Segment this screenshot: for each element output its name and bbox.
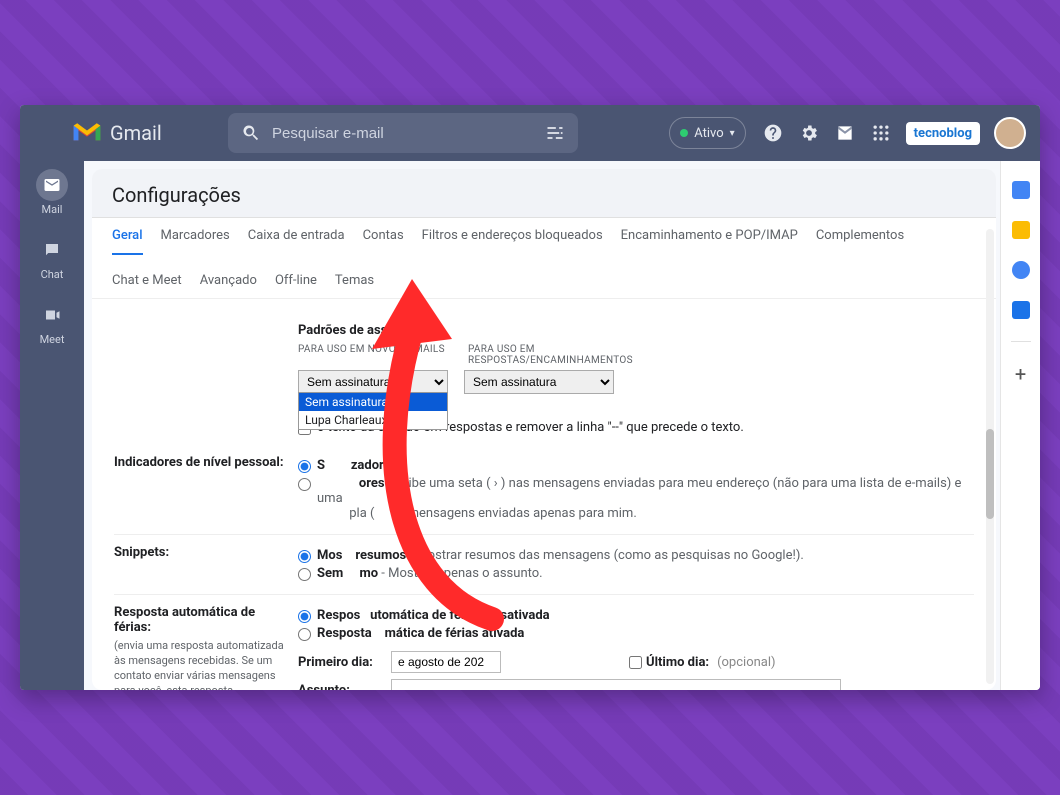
keep-icon[interactable] — [1012, 221, 1030, 239]
status-label: Ativo — [694, 126, 723, 141]
contacts-icon[interactable] — [1012, 301, 1030, 319]
tab-filtros-e-endere-os-bloqueados[interactable]: Filtros e endereços bloqueados — [422, 228, 603, 255]
rail-divider — [1011, 341, 1031, 342]
signature-section-title: Padrões de assinatura — [298, 323, 974, 338]
signature-reply-label: PARA USO EM RESPOSTAS/ENCAMINHAMENTOS — [468, 344, 618, 366]
tune-icon[interactable] — [544, 122, 566, 144]
gmail-logo-area[interactable]: Gmail — [72, 121, 212, 145]
nav-mail-label: Mail — [42, 203, 63, 216]
right-rail: + — [1000, 161, 1040, 690]
left-nav: Mail Chat Meet — [20, 161, 84, 690]
calendar-icon[interactable] — [1012, 181, 1030, 199]
settings-title: Configurações — [112, 183, 976, 207]
gear-icon[interactable] — [798, 122, 820, 144]
search-input[interactable] — [272, 125, 534, 142]
vacation-radio-off[interactable] — [298, 610, 311, 623]
main-area: Configurações Geral Marcadores Caixa de en… — [84, 161, 1000, 690]
product-name: Gmail — [110, 121, 162, 145]
top-icons: tecnoblog — [762, 117, 1026, 149]
addons-plus-icon[interactable]: + — [1015, 364, 1026, 384]
mail-indicator-icon[interactable] — [834, 122, 856, 144]
app-window: Gmail Ativo ▾ — [20, 105, 1040, 690]
tab-contas[interactable]: Contas — [363, 228, 404, 255]
signature-new-dropdown-open: Sem assinatura Lupa Charleaux — [298, 392, 448, 430]
settings-tabs: Geral Marcadores Caixa de entrada Contas Fil… — [92, 218, 996, 299]
vacation-label: Resposta automática de férias: — [114, 605, 255, 635]
avatar[interactable] — [994, 117, 1026, 149]
indicators-radio-off[interactable] — [298, 460, 311, 473]
settings-body: Padrões de assinatura PARA USO EM NOVOS … — [92, 299, 996, 690]
section-indicators: Indicadores de nível pessoal: S zadores — [114, 445, 974, 535]
settings-card: Configurações Geral Marcadores Caixa de en… — [92, 169, 996, 690]
nav-chat-label: Chat — [41, 268, 64, 281]
nav-meet-label: Meet — [40, 333, 65, 346]
indicators-radio-on[interactable] — [298, 478, 311, 491]
signature-new-select[interactable]: Sem assinatura — [298, 370, 448, 394]
help-icon[interactable] — [762, 122, 784, 144]
brand-chip[interactable]: tecnoblog — [906, 122, 980, 145]
signature-new-label: PARA USO EM NOVOS E-MAILS — [298, 344, 448, 366]
chevron-down-icon: ▾ — [730, 128, 735, 139]
menu-hamburger[interactable] — [34, 122, 56, 144]
first-day-label: Primeiro dia: — [298, 655, 383, 670]
dropdown-option-lupa-charleaux[interactable]: Lupa Charleaux — [299, 411, 447, 429]
subject-input[interactable] — [391, 679, 841, 690]
snippets-label: Snippets: — [114, 545, 284, 584]
vacation-radio-on[interactable] — [298, 628, 311, 641]
search-bar[interactable] — [228, 113, 578, 153]
topbar: Gmail Ativo ▾ — [20, 105, 1040, 161]
nav-meet[interactable]: Meet — [36, 299, 68, 346]
subject-label: Assunto: — [298, 683, 383, 691]
status-dot-icon — [680, 129, 688, 137]
signature-reply-select[interactable]: Sem assinatura — [464, 370, 614, 394]
tab-temas[interactable]: Temas — [335, 273, 374, 298]
gmail-logo-icon — [72, 122, 102, 144]
nav-mail[interactable]: Mail — [36, 169, 68, 216]
last-day-placeholder: (opcional) — [717, 655, 775, 670]
active-status-chip[interactable]: Ativo ▾ — [669, 117, 745, 149]
snippets-radio-show[interactable] — [298, 550, 311, 563]
vacation-help: (envia uma resposta automatizada às mens… — [114, 639, 284, 690]
tab-avan-ado[interactable]: Avançado — [200, 273, 257, 298]
tab-geral[interactable]: Geral — [112, 228, 143, 255]
settings-header: Configurações — [92, 169, 996, 218]
tab-off-line[interactable]: Off-line — [275, 273, 317, 298]
first-day-input[interactable] — [391, 651, 501, 673]
scrollbar-thumb[interactable] — [986, 429, 994, 519]
section-signature-defaults: Padrões de assinatura PARA USO EM NOVOS … — [114, 313, 974, 445]
tab-encaminhamento-e-pop-imap[interactable]: Encaminhamento e POP/IMAP — [621, 228, 798, 255]
scrollbar[interactable] — [986, 229, 994, 684]
tab-chat-e-meet[interactable]: Chat e Meet — [112, 273, 182, 298]
dropdown-option-sem-assinatura[interactable]: Sem assinatura — [299, 393, 447, 411]
indicators-label: Indicadores de nível pessoal: — [114, 455, 284, 524]
tab-complementos[interactable]: Complementos — [816, 228, 904, 255]
tasks-icon[interactable] — [1012, 261, 1030, 279]
last-day-checkbox[interactable] — [629, 656, 642, 669]
snippets-radio-hide[interactable] — [298, 568, 311, 581]
tab-caixa-de-entrada[interactable]: Caixa de entrada — [248, 228, 345, 255]
tab-marcadores[interactable]: Marcadores — [161, 228, 230, 255]
apps-grid-icon[interactable] — [870, 122, 892, 144]
search-icon[interactable] — [240, 122, 262, 144]
nav-chat[interactable]: Chat — [36, 234, 68, 281]
last-day-label: Último dia: — [646, 655, 709, 670]
section-vacation: Resposta automática de férias: (envia um… — [114, 595, 974, 690]
section-snippets: Snippets: Mos resumos - Mostrar resumos … — [114, 535, 974, 595]
